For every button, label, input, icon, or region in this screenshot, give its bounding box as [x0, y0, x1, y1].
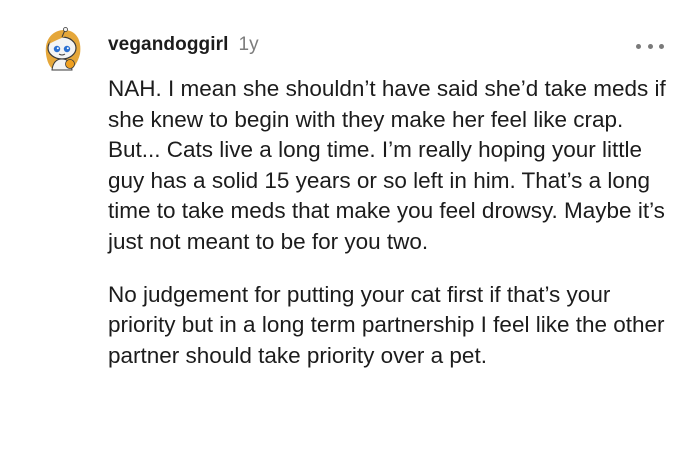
comment-age: 1y	[238, 34, 259, 55]
comment: vegandoggirl 1y NAH. I mean she shouldn’…	[0, 0, 700, 467]
comment-paragraph: No judgement for putting your cat first …	[108, 281, 665, 368]
comment-paragraph: NAH. I mean she shouldn’t have said she’…	[108, 76, 666, 254]
more-options-icon	[647, 43, 653, 49]
username-link[interactable]: vegandoggirl	[108, 34, 229, 56]
more-options-icon	[636, 43, 641, 49]
comment-header: vegandoggirl 1y	[108, 30, 259, 60]
user-avatar[interactable]	[36, 24, 88, 76]
more-options-icon	[659, 43, 664, 49]
snoo-avatar-icon	[36, 24, 88, 76]
comment-body: NAH. I mean she shouldn’t have said she’…	[108, 74, 668, 371]
more-options-button[interactable]	[636, 36, 664, 56]
